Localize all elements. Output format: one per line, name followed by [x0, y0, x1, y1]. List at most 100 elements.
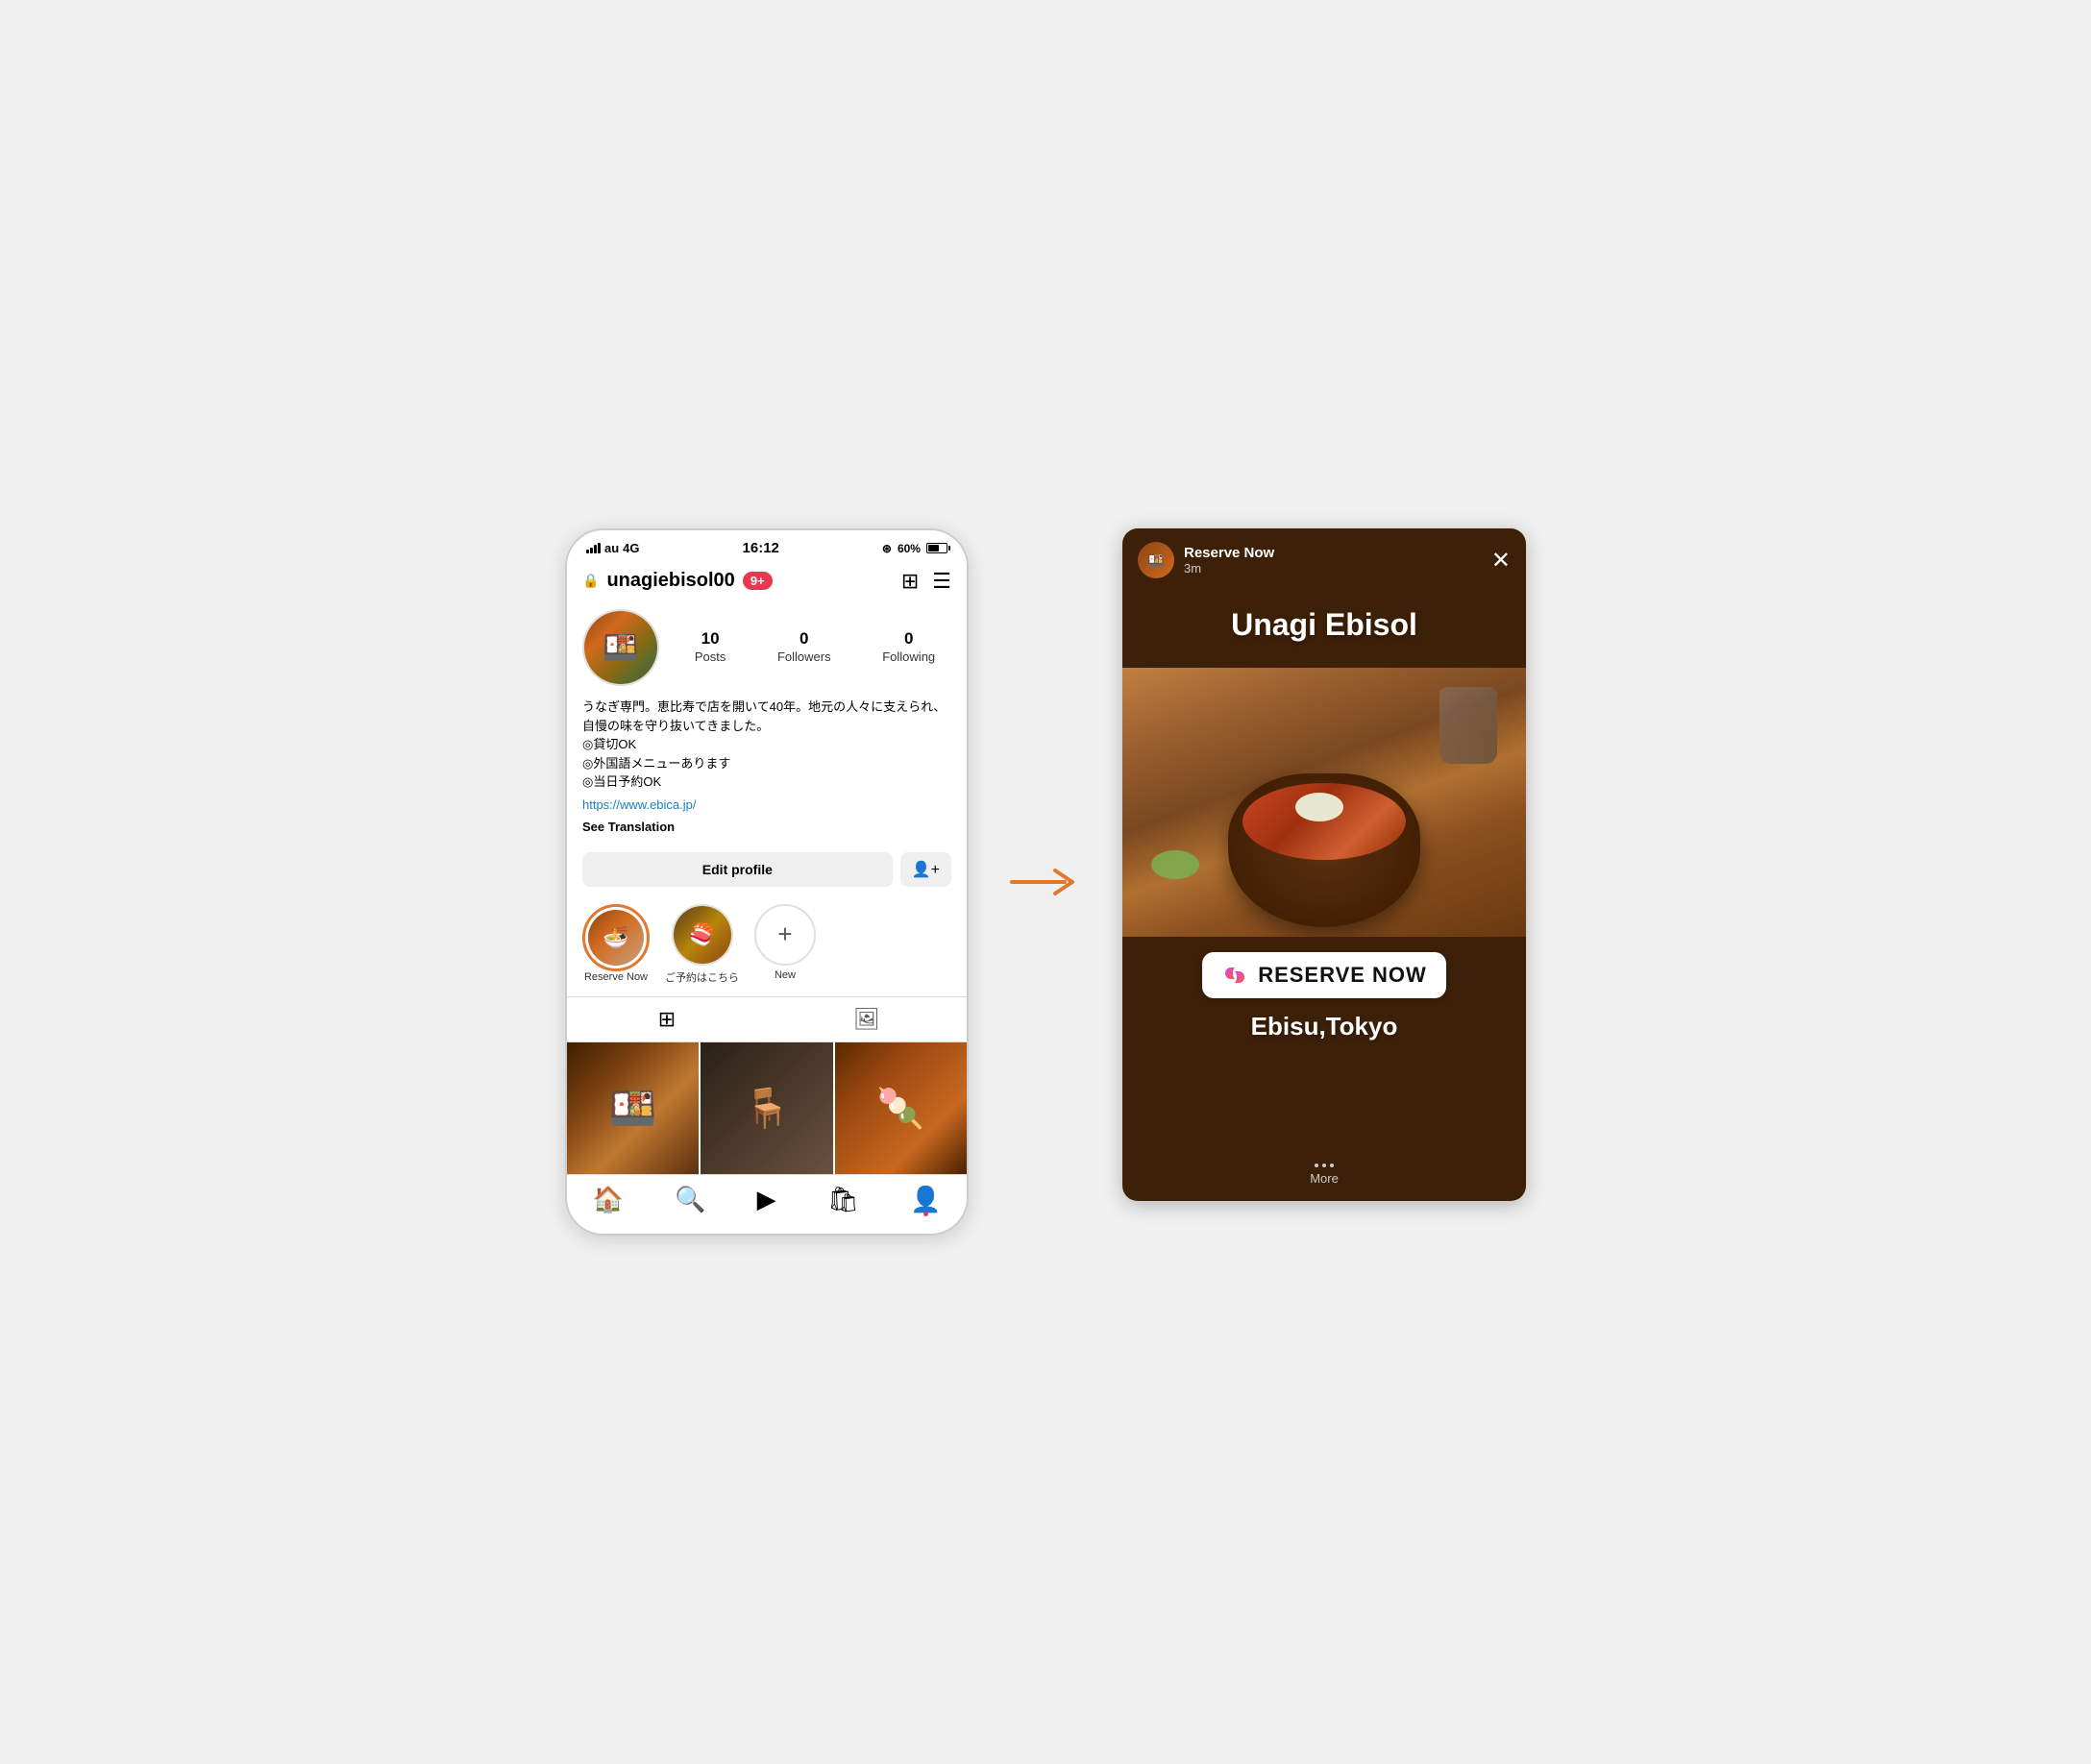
highlight-reserve-now[interactable]: 🍜 Reserve Now: [582, 904, 650, 985]
nav-profile-button[interactable]: 👤: [910, 1185, 941, 1214]
story-dot-1: [1315, 1164, 1318, 1167]
followers-stat[interactable]: 0 Followers: [777, 629, 831, 666]
add-highlight-icon: +: [756, 906, 814, 964]
food-visual: [1122, 668, 1526, 937]
story-avatar-image: 🍱: [1138, 542, 1174, 578]
bottom-navigation: 🏠 🔍 ▶ 🛍 👤: [567, 1174, 967, 1234]
story-username: Reserve Now: [1184, 545, 1482, 561]
cucumber-visual: [1151, 850, 1199, 879]
followers-count: 0: [777, 629, 831, 649]
grid-tab[interactable]: ⊞: [567, 1003, 767, 1036]
highlight-image-2: 🍣: [674, 906, 731, 964]
reserve-now-logo-icon: [1221, 962, 1248, 989]
connector-arrow: [1007, 863, 1084, 901]
header-icons: ⊞ ☰: [901, 571, 951, 592]
status-bar: au 4G 16:12 ⊛ 60%: [567, 530, 967, 562]
notification-badge[interactable]: 9+: [743, 572, 773, 590]
photo-cell-2[interactable]: 🪑: [701, 1042, 832, 1174]
following-stat[interactable]: 0 Following: [882, 629, 935, 666]
search-icon: 🔍: [675, 1185, 705, 1214]
highlight-new[interactable]: + New: [754, 904, 816, 985]
menu-button[interactable]: ☰: [932, 571, 951, 592]
story-restaurant-name: Unagi Ebisol: [1142, 607, 1507, 643]
story-meta: Reserve Now 3m: [1184, 545, 1482, 576]
add-person-button[interactable]: 👤+: [900, 852, 951, 887]
story-bottom-section: RESERVE NOW Ebisu,Tokyo: [1122, 937, 1526, 1057]
edit-profile-button[interactable]: Edit profile: [582, 852, 893, 887]
profile-info-row: 🍱 10 Posts 0 Followers 0 Following: [567, 600, 967, 694]
following-count: 0: [882, 629, 935, 649]
photo-grid: 🍱 🪑 🍡: [567, 1042, 967, 1174]
network-label: 4G: [623, 541, 639, 555]
profile-header: 🔒 unagiebisol00 9+ ⊞ ☰: [567, 562, 967, 600]
story-footer: More: [1122, 1156, 1526, 1201]
highlight-image-1: 🍜: [588, 910, 644, 966]
highlight-reservation[interactable]: 🍣 ご予約はこちら: [665, 904, 739, 985]
main-container: au 4G 16:12 ⊛ 60% 🔒 unagiebisol00 9+ ⊞ ☰: [565, 528, 1526, 1236]
bio-text: うなぎ専門。恵比寿で店を開いて40年。地元の人々に支えられ、自慢の味を守り抜いて…: [582, 699, 946, 789]
grid-icon: ⊞: [658, 1007, 676, 1032]
bio-section: うなぎ専門。恵比寿で店を開いて40年。地元の人々に支えられ、自慢の味を守り抜いて…: [567, 694, 967, 845]
highlight-label-1: Reserve Now: [582, 971, 650, 983]
nav-search-button[interactable]: 🔍: [675, 1185, 705, 1214]
profile-icon: 👤: [910, 1185, 941, 1214]
avatar: 🍱: [582, 609, 659, 686]
action-buttons: Edit profile 👤+: [567, 845, 967, 894]
stats-row: 10 Posts 0 Followers 0 Following: [678, 629, 951, 666]
nav-home-button[interactable]: 🏠: [593, 1185, 624, 1214]
story-dot-2: [1322, 1164, 1326, 1167]
story-food-image: [1122, 668, 1526, 937]
followers-label: Followers: [777, 649, 831, 664]
highlight-circle-3: +: [754, 904, 816, 966]
story-dots: [1315, 1164, 1334, 1167]
username-area: 🔒 unagiebisol00 9+: [582, 570, 773, 592]
story-location: Ebisu,Tokyo: [1251, 1012, 1398, 1041]
add-content-button[interactable]: ⊞: [901, 571, 919, 592]
story-more-label[interactable]: More: [1310, 1171, 1339, 1186]
signal-icon: [586, 543, 601, 553]
nav-reels-button[interactable]: ▶: [757, 1185, 776, 1214]
phone-mockup: au 4G 16:12 ⊛ 60% 🔒 unagiebisol00 9+ ⊞ ☰: [565, 528, 969, 1236]
reserve-now-text: RESERVE NOW: [1258, 963, 1427, 988]
home-icon: 🏠: [593, 1185, 624, 1214]
tagged-tab[interactable]: 🖼: [767, 1003, 967, 1036]
orange-arrow-icon: [1007, 863, 1084, 901]
battery-label: 60%: [898, 542, 921, 555]
location-icon: ⊛: [882, 542, 892, 555]
reserve-badge[interactable]: RESERVE NOW: [1202, 952, 1446, 998]
highlight-label-2: ご予約はこちら: [665, 969, 739, 985]
highlights-row: 🍜 Reserve Now 🍣 ご予約はこちら + New: [567, 894, 967, 996]
shop-icon: 🛍: [827, 1185, 859, 1214]
teapot-visual: [1439, 687, 1497, 764]
story-header: 🍱 Reserve Now 3m ✕: [1122, 528, 1526, 588]
carrier-label: au: [604, 541, 619, 555]
photo-cell-3[interactable]: 🍡: [835, 1042, 967, 1174]
battery-icon: [926, 543, 947, 553]
tagged-icon: 🖼: [853, 1007, 880, 1032]
reserve-now-logo: [1221, 962, 1248, 989]
garnish-visual: [1295, 793, 1343, 821]
bio-link[interactable]: https://www.ebica.jp/: [582, 796, 951, 815]
photo-cell-1[interactable]: 🍱: [567, 1042, 699, 1174]
see-translation-button[interactable]: See Translation: [582, 818, 951, 837]
avatar-image: 🍱: [584, 611, 657, 684]
highlight-label-3: New: [754, 969, 816, 981]
story-content: Unagi Ebisol: [1122, 588, 1526, 1156]
posts-stat[interactable]: 10 Posts: [695, 629, 726, 666]
time-display: 16:12: [743, 540, 779, 556]
story-close-button[interactable]: ✕: [1491, 547, 1511, 575]
posts-label: Posts: [695, 649, 726, 664]
story-time: 3m: [1184, 561, 1482, 576]
username-label: unagiebisol00: [606, 570, 734, 592]
following-label: Following: [882, 649, 935, 664]
story-avatar: 🍱: [1138, 542, 1174, 578]
content-tabs: ⊞ 🖼: [567, 996, 967, 1042]
story-title-section: Unagi Ebisol: [1122, 588, 1526, 668]
highlight-border-1: 🍜: [582, 904, 650, 971]
status-right: ⊛ 60%: [882, 542, 947, 555]
reels-icon: ▶: [757, 1185, 776, 1214]
story-dot-3: [1330, 1164, 1334, 1167]
status-left: au 4G: [586, 541, 640, 555]
nav-shop-button[interactable]: 🛍: [827, 1185, 859, 1214]
story-panel: 🍱 Reserve Now 3m ✕ Unagi Ebisol: [1122, 528, 1526, 1201]
